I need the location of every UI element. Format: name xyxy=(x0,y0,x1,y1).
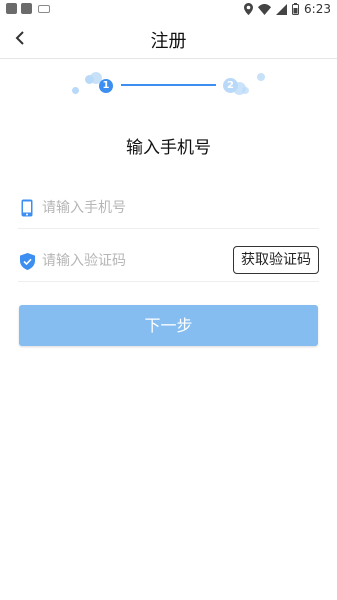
step-indicator: 1 2 xyxy=(0,60,337,110)
decor-bubble xyxy=(72,87,79,94)
system-icons: 6:23 xyxy=(244,2,331,16)
get-code-button[interactable]: 获取验证码 xyxy=(233,246,319,274)
wifi-icon xyxy=(258,3,272,15)
notification-icons xyxy=(6,3,50,14)
signal-icon xyxy=(276,3,288,15)
verification-code-input[interactable] xyxy=(42,249,212,273)
page-title: 注册 xyxy=(150,31,187,52)
notification-app-icon xyxy=(6,3,17,14)
step-2-indicator: 2 xyxy=(223,78,238,93)
step-1-indicator: 1 xyxy=(99,79,113,93)
phone-input[interactable] xyxy=(42,196,312,220)
phone-field xyxy=(18,188,319,229)
step-progress-line xyxy=(121,84,216,86)
shield-check-icon xyxy=(18,251,36,271)
nav-header: 注册 xyxy=(0,18,337,59)
keyboard-icon xyxy=(38,4,50,13)
phone-icon xyxy=(18,198,36,218)
status-bar: 6:23 xyxy=(0,0,337,18)
section-title: 输入手机号 xyxy=(126,138,211,158)
location-icon xyxy=(244,3,254,15)
next-button[interactable]: 下一步 xyxy=(19,305,318,346)
decor-bubble xyxy=(242,87,249,94)
battery-icon xyxy=(292,3,300,15)
verification-code-field: 获取验证码 xyxy=(18,241,319,282)
decor-bubble xyxy=(257,73,265,81)
clock-time: 6:23 xyxy=(304,2,331,16)
notification-app-icon xyxy=(21,3,32,14)
